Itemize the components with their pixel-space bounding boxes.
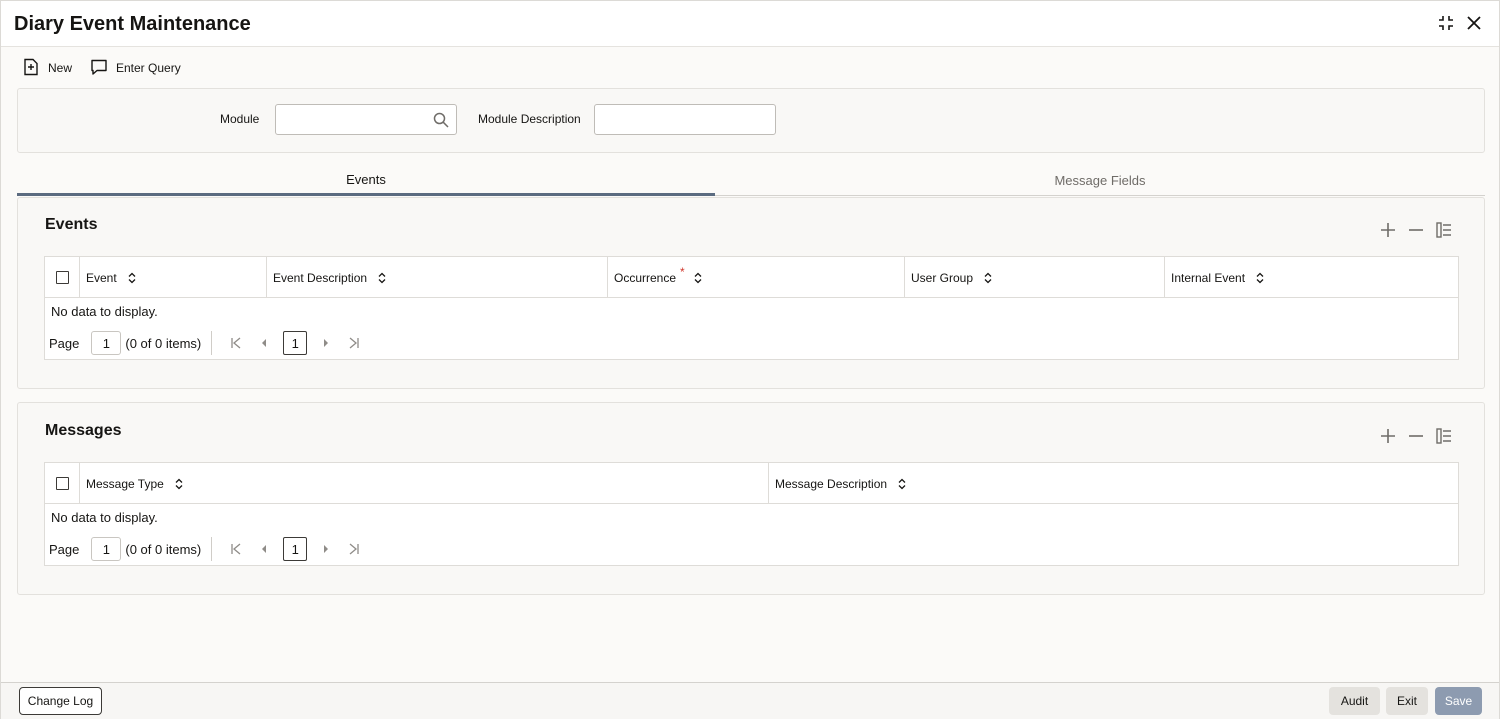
events-table: Event Event Description Occurrence * Use… [44,256,1459,360]
messages-title: Messages [45,422,122,439]
messages-empty-message: No data to display. [51,510,158,525]
first-page-icon[interactable] [227,540,245,558]
maximize-icon[interactable] [1436,13,1456,33]
column-header-occurrence[interactable]: Occurrence * [608,257,905,298]
column-label-user-group: User Group [911,270,974,285]
change-log-button[interactable]: Change Log [19,687,102,715]
minus-icon[interactable] [1407,221,1425,239]
column-label-event: Event [86,270,117,285]
header-form-panel: Module Module Description [17,88,1485,153]
events-grid-actions [1379,221,1453,239]
column-header-message-description[interactable]: Message Description [769,463,1458,504]
sort-icon[interactable] [1255,272,1265,284]
minus-icon[interactable] [1407,427,1425,445]
required-indicator: * [680,264,685,279]
search-icon[interactable] [432,111,450,132]
current-page-button[interactable]: 1 [283,537,308,561]
chat-bubble-icon [90,58,116,79]
messages-select-all-checkbox[interactable] [55,477,69,490]
previous-page-icon[interactable] [255,334,273,352]
sort-icon[interactable] [983,272,993,284]
sort-icon[interactable] [897,478,907,490]
exit-button[interactable]: Exit [1386,687,1428,715]
enter-query-button[interactable]: Enter Query [90,58,181,78]
events-pager: Page 1 (0 of 0 items) 1 [49,331,368,355]
events-select-all-cell [45,257,80,298]
sort-icon[interactable] [693,272,703,284]
audit-button[interactable]: Audit [1329,687,1380,715]
column-header-event[interactable]: Event [80,257,267,298]
pager-summary: (0 of 0 items) [125,541,202,557]
plus-icon[interactable] [1379,427,1397,445]
column-label-internal-event: Internal Event [1171,270,1246,285]
pager-label: Page [49,335,80,351]
new-label: New [48,61,73,75]
column-label-message-description: Message Description [775,476,888,491]
sort-icon[interactable] [377,272,387,284]
module-description-input[interactable] [594,104,776,135]
last-page-icon[interactable] [345,540,363,558]
close-icon[interactable] [1464,13,1484,33]
sort-icon[interactable] [127,272,137,284]
next-page-icon[interactable] [317,540,335,558]
messages-table-header: Message Type Message Description [45,463,1458,504]
events-title: Events [45,216,98,233]
column-header-internal-event[interactable]: Internal Event [1165,257,1458,298]
events-table-header: Event Event Description Occurrence * Use… [45,257,1458,298]
last-page-icon[interactable] [345,334,363,352]
plus-icon[interactable] [1379,221,1397,239]
messages-select-all-cell [45,463,80,504]
column-header-message-type[interactable]: Message Type [80,463,769,504]
tab-message-fields[interactable]: Message Fields [715,165,1485,196]
messages-grid-actions [1379,427,1453,445]
tab-bar: Events Message Fields [17,165,1485,196]
page-input[interactable]: 1 [91,537,122,561]
column-label-occurrence: Occurrence [614,270,677,285]
sort-icon[interactable] [174,478,184,490]
enter-query-label: Enter Query [116,61,181,75]
pager-summary: (0 of 0 items) [125,335,202,351]
previous-page-icon[interactable] [255,540,273,558]
tab-events[interactable]: Events [17,165,715,196]
messages-section: Messages Message Type Message Descriptio… [17,402,1485,595]
pager-label: Page [49,541,80,557]
page-title: Diary Event Maintenance [14,13,251,35]
footer-bar: Change Log Audit Exit Save [1,682,1499,719]
current-page-button[interactable]: 1 [283,331,308,355]
column-header-user-group[interactable]: User Group [905,257,1165,298]
title-bar: Diary Event Maintenance [1,1,1499,47]
page-input[interactable]: 1 [91,331,122,355]
messages-pager: Page 1 (0 of 0 items) 1 [49,537,368,561]
next-page-icon[interactable] [317,334,335,352]
module-input[interactable] [275,104,457,135]
column-label-event-description: Event Description [273,270,368,285]
messages-table: Message Type Message Description No data… [44,462,1459,566]
column-list-icon[interactable] [1435,427,1453,445]
new-button[interactable]: New [22,58,72,78]
column-header-event-description[interactable]: Event Description [267,257,608,298]
column-list-icon[interactable] [1435,221,1453,239]
pager-divider [211,331,213,355]
new-document-icon [22,58,48,79]
module-label: Module [220,112,260,126]
events-section: Events Event Event Description Occurrenc… [17,197,1485,389]
save-button[interactable]: Save [1435,687,1482,715]
pager-divider [211,537,213,561]
window: Diary Event Maintenance New Enter Query … [0,0,1500,719]
column-label-message-type: Message Type [86,476,164,491]
events-select-all-checkbox[interactable] [55,271,69,284]
events-empty-message: No data to display. [51,304,158,319]
module-description-label: Module Description [478,112,581,126]
first-page-icon[interactable] [227,334,245,352]
